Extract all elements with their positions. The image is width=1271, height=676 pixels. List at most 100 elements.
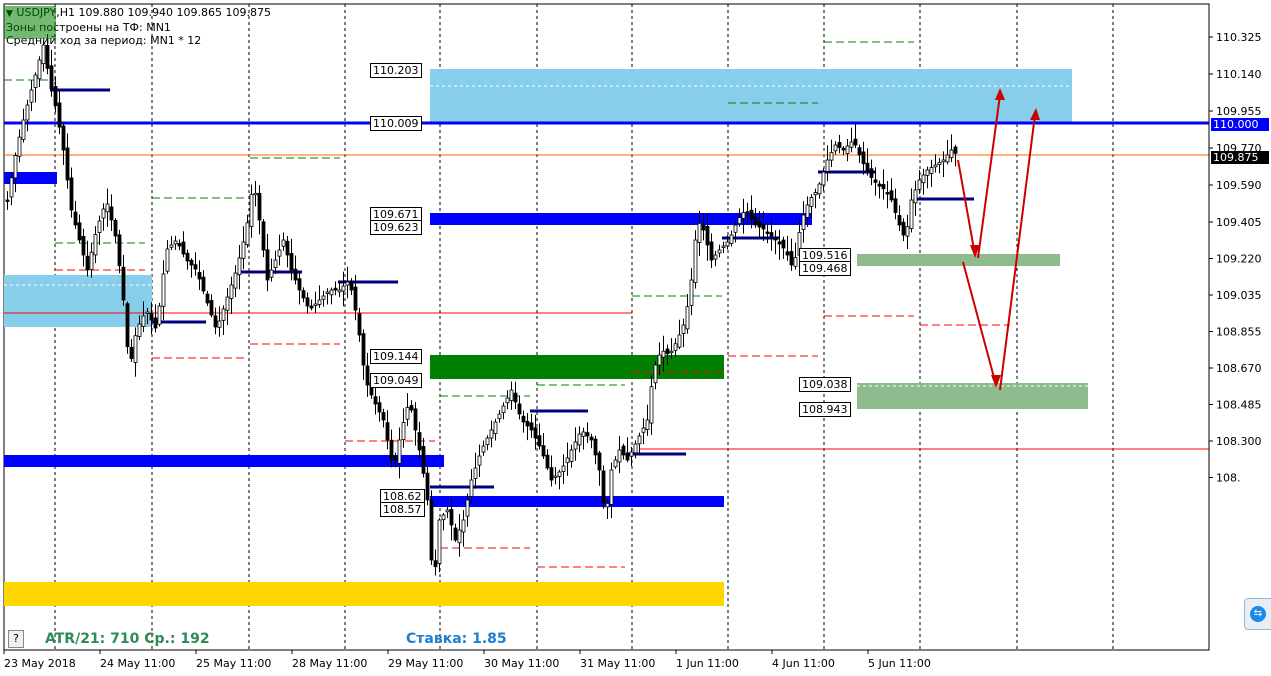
candle-body — [381, 412, 386, 421]
candle-body — [885, 192, 890, 195]
help-button[interactable]: ? — [8, 630, 24, 648]
candle-body — [213, 315, 218, 328]
candle-body — [721, 245, 726, 248]
price-tick-label: 110.140 — [1216, 68, 1262, 81]
candle-body — [589, 436, 594, 441]
candle-body — [413, 408, 418, 431]
candle-body — [465, 499, 470, 517]
blue-bar-2 — [4, 455, 444, 467]
candle-body — [449, 509, 454, 526]
time-axis: 23 May 2018 24 May 11:00 25 May 11:00 28 Ma… — [3, 650, 931, 670]
candle-body — [533, 427, 538, 439]
candle-body — [657, 354, 662, 366]
candle-body — [33, 74, 38, 88]
current-price-tag: 109.875 — [1211, 151, 1269, 164]
candle-body — [905, 226, 910, 237]
candle-body — [869, 168, 874, 178]
candle-body — [881, 184, 886, 190]
candle-body — [593, 438, 598, 456]
candle-body — [125, 303, 130, 348]
candle-body — [745, 211, 750, 214]
candle-body — [301, 290, 306, 299]
candle-body — [473, 467, 478, 479]
candle-body — [925, 169, 930, 176]
candle-body — [397, 439, 402, 464]
candle-body — [113, 220, 118, 237]
candle-body — [225, 296, 230, 311]
candle-body — [61, 125, 66, 151]
candle-body — [701, 224, 706, 231]
candle-body — [65, 147, 70, 181]
candle-body — [497, 413, 502, 420]
candle-body — [493, 421, 498, 434]
candle-body — [425, 472, 430, 501]
candle-body — [377, 402, 382, 413]
candle-body — [581, 431, 586, 437]
candle-body — [601, 470, 606, 504]
candle-body — [373, 396, 378, 405]
green-badge — [4, 6, 56, 39]
candle-body — [541, 445, 546, 457]
candle-body — [341, 285, 346, 292]
zone-yellow — [4, 582, 724, 606]
candle-body — [185, 252, 190, 262]
price-tick-label: 109.590 — [1216, 179, 1262, 192]
candle-body — [773, 237, 778, 241]
candle-body — [49, 65, 54, 89]
zone-label-109468: 109.468 — [799, 261, 851, 276]
candle-body — [69, 177, 74, 211]
candle-body — [385, 422, 390, 441]
candle-body — [417, 432, 422, 451]
candle-body — [561, 465, 566, 472]
candle-body — [325, 291, 330, 294]
candle-body — [709, 241, 714, 261]
candle-body — [685, 306, 690, 330]
candle-body — [597, 452, 602, 471]
price-tick-label: 108.485 — [1216, 399, 1262, 412]
time-tick-label: 23 May 2018 — [4, 657, 76, 670]
candle-body — [945, 154, 950, 163]
chart-window[interactable]: 110.325 110.140 109.955 109.770 109.590 109.4… — [0, 0, 1271, 676]
candle-body — [941, 159, 946, 163]
candle-body — [677, 334, 682, 348]
price-tick-label: 108.855 — [1216, 326, 1262, 339]
zone-light-blue-top — [430, 69, 1072, 124]
candle-body — [409, 405, 414, 411]
candle-body — [337, 289, 342, 293]
candle-body — [309, 305, 314, 309]
candle-body — [157, 305, 162, 325]
price-tick-label: 108. — [1216, 472, 1241, 485]
candle-body — [481, 445, 486, 453]
candle-body — [565, 457, 570, 464]
time-tick-label: 28 May 11:00 — [292, 657, 367, 670]
candle-body — [229, 284, 234, 299]
candle-body — [445, 509, 450, 513]
candle-body — [313, 303, 318, 306]
candle-body — [297, 278, 302, 291]
candle-body — [209, 300, 214, 316]
candle-body — [789, 251, 794, 266]
candle-body — [781, 239, 786, 249]
candle-body — [833, 144, 838, 152]
candle-body — [813, 192, 818, 196]
time-tick-label: 4 Jun 11:00 — [772, 657, 835, 670]
teamviewer-icon[interactable]: ⇆ — [1244, 598, 1271, 630]
candle-body — [9, 177, 14, 198]
candle-body — [117, 234, 122, 267]
candle-body — [177, 242, 182, 247]
candle-body — [333, 287, 338, 291]
candle-body — [477, 455, 482, 466]
time-tick-label: 31 May 11:00 — [580, 657, 655, 670]
candle-body — [545, 454, 550, 469]
candle-body — [609, 469, 614, 505]
candle-body — [457, 529, 462, 544]
candle-body — [393, 456, 398, 461]
chart-canvas[interactable]: 110.325110.140109.955109.770109.590109.4… — [0, 0, 1271, 676]
candle-body — [661, 350, 666, 358]
candle-body — [509, 389, 514, 401]
candle-body — [761, 224, 766, 230]
candle-body — [21, 119, 26, 140]
time-tick-label: 30 May 11:00 — [484, 657, 559, 670]
candle-body — [525, 421, 530, 427]
atr-readout: ATR/21: 710 Ср.: 192 — [45, 631, 210, 647]
